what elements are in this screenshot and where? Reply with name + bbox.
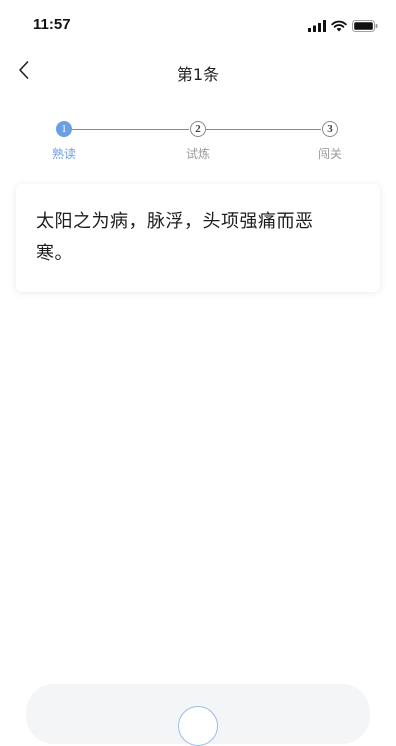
battery-icon: [352, 17, 378, 36]
bottom-panel: [26, 684, 370, 746]
step-1-circle[interactable]: 1: [56, 121, 72, 137]
wifi-icon: [331, 17, 347, 36]
page-title: 第1条: [176, 65, 220, 84]
step-2-label[interactable]: 试炼: [178, 145, 218, 162]
step-3-label[interactable]: 闯关: [310, 145, 350, 162]
step-1-label[interactable]: 熟读: [44, 145, 84, 162]
step-connector-1-2: [72, 129, 189, 130]
verse-card: 太阳之为病，脉浮，头项强痛而恶寒。: [16, 184, 380, 292]
status-time: 11:57: [33, 16, 71, 33]
step-2-circle[interactable]: 2: [190, 121, 206, 137]
bottom-action-button[interactable]: [178, 706, 218, 746]
status-bar: 11:57: [0, 0, 396, 50]
step-connector-2-3: [206, 129, 321, 130]
status-icons: [308, 17, 378, 36]
signal-icon: [308, 17, 326, 36]
verse-text: 太阳之为病，脉浮，头项强痛而恶寒。: [36, 211, 314, 264]
progress-stepper: 1 2 3 熟读 试炼 闯关: [0, 118, 396, 168]
nav-bar: 第1条: [0, 50, 396, 94]
step-3-circle[interactable]: 3: [322, 121, 338, 137]
